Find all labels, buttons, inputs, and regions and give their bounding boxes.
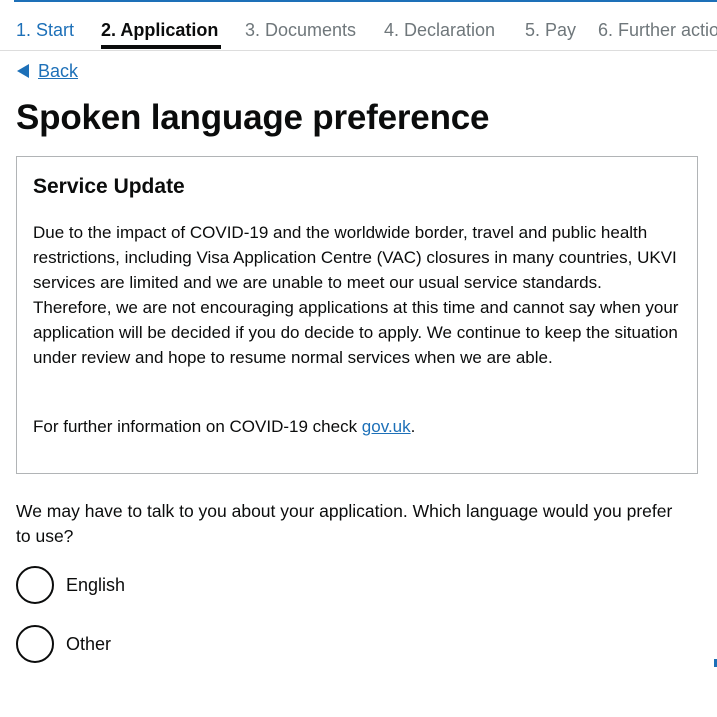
further-info-suffix: .: [410, 417, 416, 436]
step-further-action: 6. Further action: [598, 20, 717, 40]
progress-steps: 1. Start 2. Application 3. Documents 4. …: [0, 0, 717, 51]
service-update-body: Due to the impact of COVID-19 and the wo…: [33, 223, 679, 367]
step-documents: 3. Documents: [245, 20, 357, 40]
gov-uk-link[interactable]: gov.uk: [362, 417, 411, 436]
back-link[interactable]: Back: [17, 60, 78, 82]
back-link-label: Back: [38, 60, 79, 81]
radio-button-english[interactable]: [16, 566, 54, 604]
radio-button-other[interactable]: [16, 625, 54, 663]
further-info-prefix: For further information on COVID-19 chec…: [33, 417, 362, 436]
radio-label-english[interactable]: English: [66, 574, 125, 596]
step-application: 2. Application: [101, 20, 219, 40]
step-pay: 5. Pay: [525, 20, 577, 40]
further-info-text: For further information on COVID-19 chec…: [33, 414, 683, 439]
radio-option-other[interactable]: Other: [16, 625, 111, 663]
radio-option-english[interactable]: English: [16, 566, 125, 604]
language-question: We may have to talk to you about your ap…: [16, 501, 673, 546]
current-step-indicator: [101, 45, 221, 49]
triangle-left-icon: [17, 64, 29, 78]
step-declaration: 4. Declaration: [384, 20, 496, 40]
service-update-heading: Service Update: [33, 175, 185, 198]
radio-label-other[interactable]: Other: [66, 633, 111, 655]
step-start[interactable]: 1. Start: [16, 19, 74, 41]
page-title: Spoken language preference: [16, 98, 490, 137]
service-update-panel: Service Update Due to the impact of COVI…: [16, 156, 698, 474]
